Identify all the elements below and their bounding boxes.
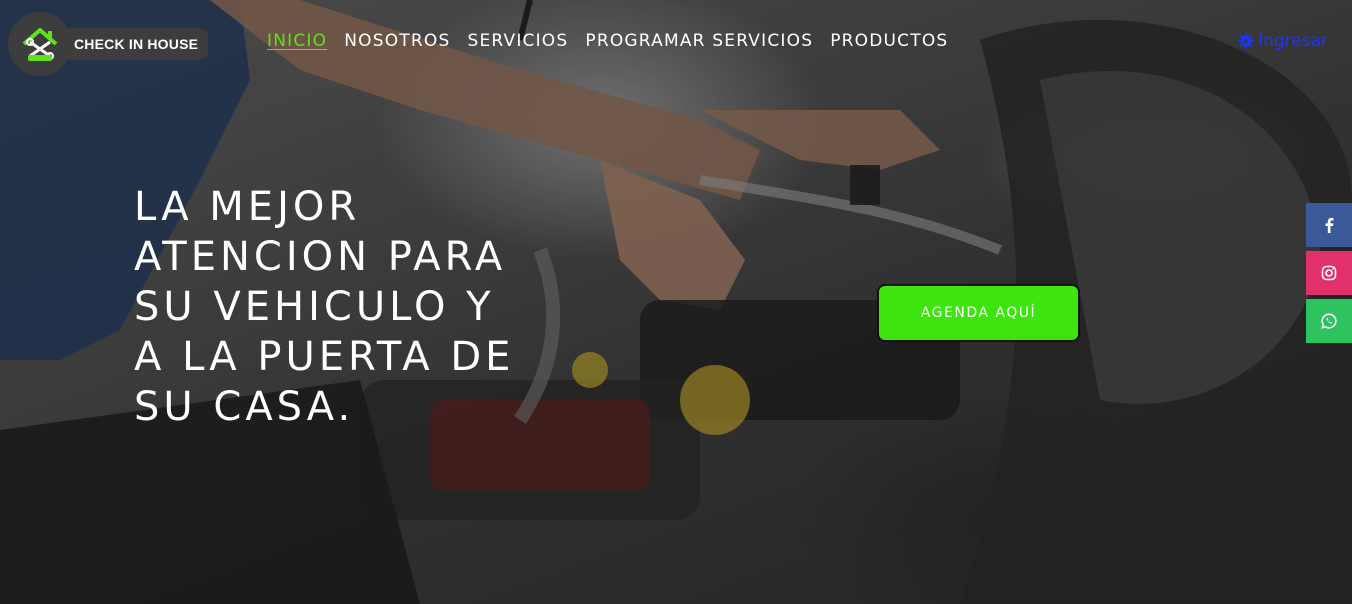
brand-name: CHECK IN HOUSE bbox=[74, 36, 199, 52]
agenda-button[interactable]: AGENDA AQUÍ bbox=[877, 284, 1080, 342]
nav-item-inicio[interactable]: INICIO bbox=[267, 31, 327, 51]
brand-name-pill: CHECK IN HOUSE bbox=[48, 28, 208, 60]
instagram-link[interactable] bbox=[1306, 251, 1352, 295]
hero-title: LA MEJOR ATENCION PARA SU VEHICULO Y A L… bbox=[134, 184, 515, 430]
logo-badge bbox=[8, 12, 72, 76]
nav-item-productos[interactable]: PRODUCTOS bbox=[830, 31, 948, 51]
brand-logo[interactable]: CHECK IN HOUSE bbox=[8, 12, 208, 76]
facebook-icon bbox=[1325, 218, 1334, 233]
nav-item-servicios[interactable]: SERVICIOS bbox=[467, 31, 568, 51]
gear-icon bbox=[1238, 33, 1254, 49]
login-link[interactable]: Ingresar bbox=[1238, 31, 1328, 51]
nav-item-programar-servicios[interactable]: PROGRAMAR SERVICIOS bbox=[585, 31, 813, 51]
main-nav: INICIO NOSOTROS SERVICIOS PROGRAMAR SERV… bbox=[267, 31, 948, 51]
house-wrench-icon bbox=[22, 28, 58, 61]
facebook-link[interactable] bbox=[1306, 203, 1352, 247]
social-sidebar bbox=[1306, 203, 1352, 343]
nav-item-nosotros[interactable]: NOSOTROS bbox=[344, 31, 450, 51]
instagram-icon bbox=[1321, 265, 1337, 281]
whatsapp-icon bbox=[1321, 313, 1337, 329]
login-label: Ingresar bbox=[1258, 31, 1328, 51]
whatsapp-link[interactable] bbox=[1306, 299, 1352, 343]
